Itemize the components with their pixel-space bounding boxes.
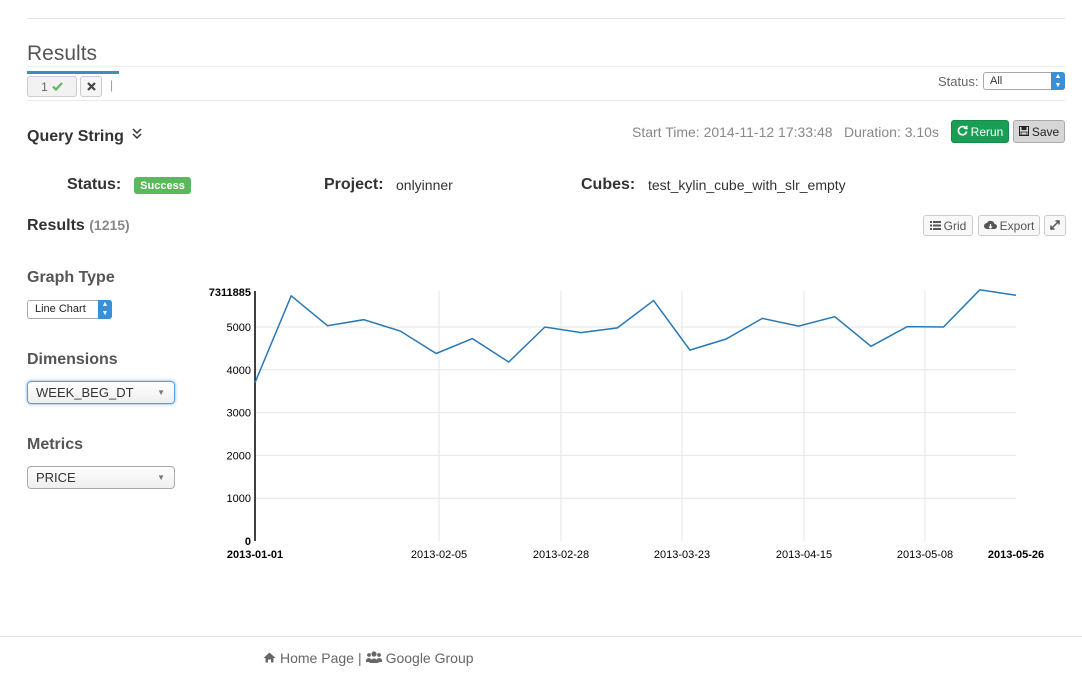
y-tick-label: 0: [245, 536, 251, 548]
footer-divider-text: |: [357, 650, 362, 666]
series-line: [254, 289, 1017, 383]
x-tick-label: 2013-04-15: [776, 549, 832, 561]
line-chart: 0 1000 2000 3000 4000 5000 7311885 2013-01-01 20…: [209, 287, 1044, 561]
y-tick-label: 3000: [227, 408, 251, 420]
y-tick-label: 1000: [227, 493, 251, 505]
home-page-link[interactable]: Home Page: [280, 650, 354, 666]
y-tick-label: 4000: [227, 365, 251, 377]
x-tick-label: 2013-02-28: [533, 549, 589, 561]
x-tick-label: 2013-03-23: [654, 549, 710, 561]
x-tick-label: 2013-02-05: [411, 549, 467, 561]
x-tick-label: 2013-05-08: [897, 549, 953, 561]
footer-divider: [0, 636, 1082, 637]
users-icon: [365, 650, 382, 666]
footer: Home Page | Google Group: [263, 650, 474, 666]
y-max-label: 7311885: [209, 287, 251, 299]
x-tick-label: 2013-01-01: [227, 549, 283, 561]
y-tick-label: 5000: [227, 322, 251, 334]
y-tick-label: 2000: [227, 450, 251, 462]
home-icon: [263, 650, 276, 666]
x-tick-label: 2013-05-26: [988, 549, 1044, 561]
google-group-link[interactable]: Google Group: [386, 650, 474, 666]
